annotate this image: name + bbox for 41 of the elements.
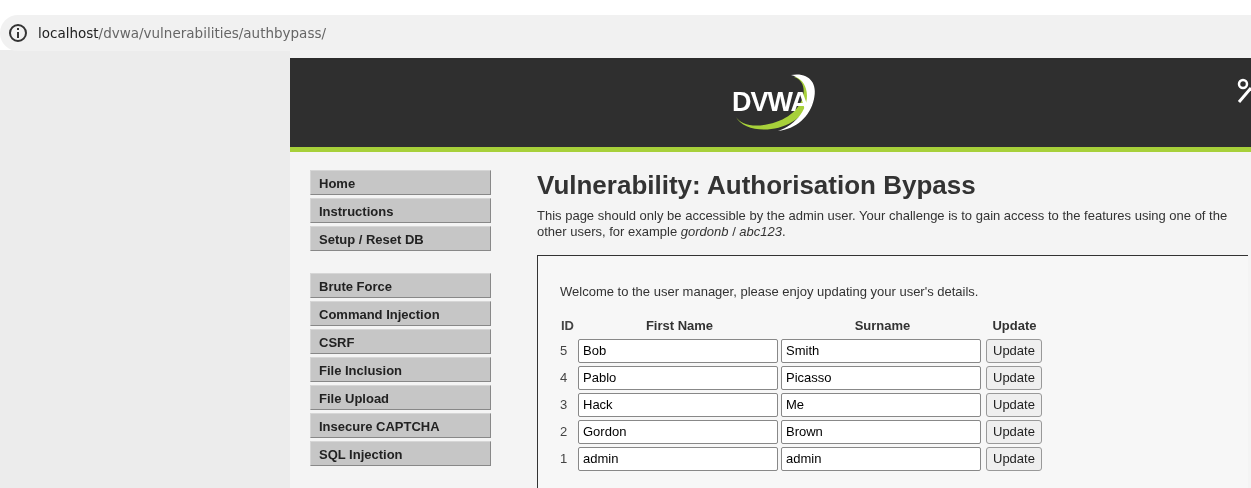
menu-item[interactable]: Brute Force: [310, 273, 491, 298]
first-name-field[interactable]: admin: [578, 446, 778, 471]
menu-item[interactable]: File Upload: [310, 385, 491, 410]
welcome-text: Welcome to the user manager, please enjoy updating your user's details.: [560, 282, 980, 301]
update-button[interactable]: Update: [986, 338, 1042, 363]
first-name-field[interactable]: Gordon: [578, 419, 778, 444]
menu-item[interactable]: SQL Injection: [310, 441, 491, 466]
id-cell-text: 5: [560, 341, 569, 360]
id-cell-text: 3: [560, 395, 569, 414]
surname-field[interactable]: Me: [781, 392, 981, 417]
surname-field[interactable]: Picasso: [781, 365, 981, 390]
address-bar[interactable]: localhost/dvwa/vulnerabilities/authbypass/: [0, 15, 1251, 51]
menu-item[interactable]: File Inclusion: [310, 357, 491, 382]
info-icon[interactable]: [8, 23, 28, 43]
tool-icon[interactable]: [1237, 76, 1251, 106]
menu-item[interactable]: Command Injection: [310, 301, 491, 326]
first-name-field[interactable]: Hack: [578, 392, 778, 417]
menu-item[interactable]: Insecure CAPTCHA: [310, 413, 491, 438]
update-button[interactable]: Update: [986, 392, 1042, 417]
column-header: First Name: [644, 317, 715, 336]
column-header: Update: [991, 317, 1038, 336]
surname-field[interactable]: Brown: [781, 419, 981, 444]
id-cell-text: 4: [560, 368, 569, 387]
menu-item[interactable]: CSRF: [310, 329, 491, 354]
id-cell-text: 2: [560, 422, 569, 441]
intro-paragraph: This page should only be accessible by the admin user. Your challenge is to gain access to the features using one of the other users, for example gordonb / abc123.: [537, 208, 1229, 241]
update-button[interactable]: Update: [986, 419, 1042, 444]
page-title: Vulnerability: Authorisation Bypass: [537, 170, 977, 202]
menu-item[interactable]: Setup / Reset DB: [310, 226, 491, 251]
id-cell-text: 1: [560, 449, 569, 468]
column-header: Surname: [853, 317, 912, 336]
update-button[interactable]: Update: [986, 365, 1042, 390]
menu-item[interactable]: Home: [310, 170, 491, 195]
surname-field[interactable]: Smith: [781, 338, 981, 363]
first-name-field[interactable]: Bob: [578, 338, 778, 363]
surname-field[interactable]: admin: [781, 446, 981, 471]
column-header: ID: [560, 317, 575, 336]
url-text: localhost/dvwa/vulnerabilities/authbypass/: [38, 23, 326, 43]
first-name-field[interactable]: Pablo: [578, 365, 778, 390]
update-button[interactable]: Update: [986, 446, 1042, 471]
menu-item[interactable]: Instructions: [310, 198, 491, 223]
